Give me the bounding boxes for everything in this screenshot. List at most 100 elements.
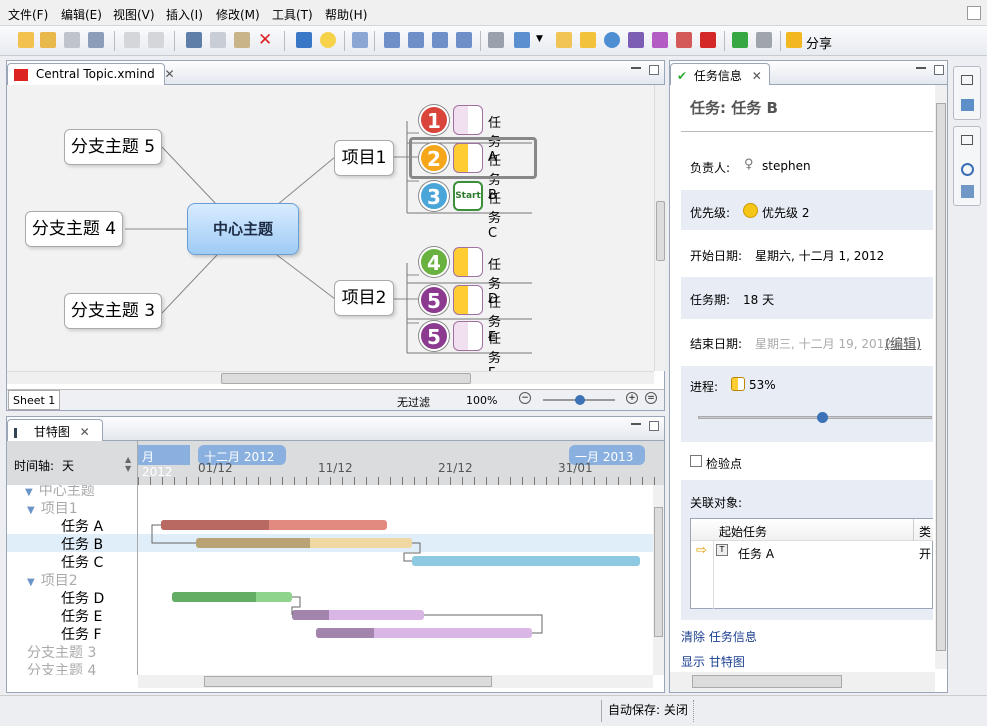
- minimize-icon[interactable]: [916, 67, 926, 69]
- boundary-icon[interactable]: [628, 32, 644, 48]
- header-start-task[interactable]: 起始任务: [719, 523, 767, 540]
- clear-task-info-link[interactable]: 清除 任务信息: [681, 628, 757, 645]
- topic-before-icon[interactable]: [384, 32, 400, 48]
- timeline-value[interactable]: 天: [62, 457, 74, 474]
- share-icon[interactable]: [786, 32, 802, 48]
- minimize-icon[interactable]: [631, 423, 641, 425]
- gantt-row[interactable]: 分支主题 3: [27, 642, 96, 661]
- maximize-icon[interactable]: [649, 421, 659, 431]
- horizontal-scrollbar[interactable]: [7, 371, 654, 384]
- scroll-thumb-h[interactable]: [221, 373, 471, 384]
- checkpoint-checkbox[interactable]: [690, 455, 702, 467]
- progress-slider[interactable]: [698, 416, 932, 419]
- show-gantt-link[interactable]: 显示 甘特图: [681, 653, 745, 670]
- branch-topic-5[interactable]: 分支主题 5: [64, 129, 162, 165]
- menu-tools[interactable]: 工具(T): [272, 6, 313, 23]
- chevron-down-icon[interactable]: ▼: [536, 34, 543, 44]
- sheet-tab[interactable]: Sheet 1: [8, 390, 61, 410]
- gantt-row[interactable]: 任务 B: [61, 534, 103, 553]
- gantt-row[interactable]: ▼ 项目1: [27, 498, 78, 517]
- gantt-row[interactable]: 任务 C: [61, 552, 103, 571]
- gantt-row[interactable]: 分支主题 4: [27, 660, 96, 675]
- spinner-icon[interactable]: ▲ ▼: [125, 455, 131, 473]
- save-icon[interactable]: [64, 32, 80, 48]
- maximize-icon[interactable]: [934, 65, 944, 75]
- gantt-row[interactable]: 任务 D: [61, 588, 104, 607]
- attachment-icon[interactable]: [488, 32, 504, 48]
- info-vertical-scrollbar[interactable]: [935, 85, 947, 669]
- minimize-icon[interactable]: [631, 67, 641, 69]
- item-2-topic[interactable]: 项目2: [334, 280, 394, 316]
- properties-icon[interactable]: [961, 185, 974, 198]
- outline-icon[interactable]: [961, 99, 974, 111]
- paste-icon[interactable]: [234, 32, 250, 48]
- gantt-row[interactable]: ▼ 项目2: [27, 570, 78, 589]
- gantt-row[interactable]: 任务 E: [61, 606, 102, 625]
- progress-slider-thumb[interactable]: [817, 412, 829, 423]
- close-icon[interactable]: ✕: [752, 69, 762, 83]
- image-icon[interactable]: [514, 32, 530, 48]
- expand-icon[interactable]: ▼: [27, 577, 35, 588]
- gantt-row[interactable]: 任务 A: [61, 516, 103, 535]
- lightbulb-icon[interactable]: [320, 32, 336, 48]
- scroll-thumb[interactable]: [656, 201, 665, 261]
- new-file-icon[interactable]: [18, 32, 34, 48]
- expand-icon[interactable]: ▼: [25, 487, 33, 498]
- menu-insert[interactable]: 插入(I): [166, 6, 203, 23]
- topic-after-icon[interactable]: [432, 32, 448, 48]
- close-icon[interactable]: ✕: [80, 425, 90, 439]
- canvas[interactable]: 分支主题 5 分支主题 4 分支主题 3 中心主题 项目1 项目2 1 任务 A2…: [7, 85, 654, 381]
- branch-topic-3[interactable]: 分支主题 3: [64, 293, 162, 329]
- tab-task-info[interactable]: ✔ 任务信息 ✕: [670, 63, 770, 85]
- close-icon[interactable]: ✕: [165, 67, 175, 81]
- vertical-scrollbar[interactable]: [654, 85, 665, 371]
- restore-icon[interactable]: [961, 135, 973, 145]
- duration-value[interactable]: 18 天: [743, 291, 774, 308]
- scroll-thumb[interactable]: [654, 507, 663, 637]
- download-arrow-icon[interactable]: [732, 32, 748, 48]
- undo-icon[interactable]: [124, 32, 140, 48]
- gantt-horizontal-scrollbar[interactable]: [138, 675, 653, 688]
- delete-icon[interactable]: ✕: [258, 30, 272, 50]
- restore-icon[interactable]: [967, 6, 981, 20]
- upload-arrow-icon[interactable]: [756, 32, 772, 48]
- tab-gantt[interactable]: 甘特图 ✕: [7, 419, 103, 441]
- zoom-in-icon[interactable]: +: [626, 392, 638, 404]
- gantt-row[interactable]: ▼ 中心主题: [25, 485, 95, 499]
- central-topic[interactable]: 中心主题: [187, 203, 299, 255]
- gantt-vertical-scrollbar[interactable]: [653, 485, 664, 675]
- cut-icon[interactable]: [186, 32, 202, 48]
- print-icon[interactable]: [88, 32, 104, 48]
- menu-view[interactable]: 视图(V): [113, 6, 155, 23]
- menu-modify[interactable]: 修改(M): [216, 6, 260, 23]
- share-button[interactable]: 分享: [806, 33, 832, 52]
- info-horizontal-scrollbar[interactable]: [670, 672, 935, 692]
- summary-icon[interactable]: [652, 32, 668, 48]
- copy-icon[interactable]: [210, 32, 226, 48]
- hyperlink-icon[interactable]: [604, 32, 620, 48]
- expand-icon[interactable]: ▼: [27, 505, 35, 516]
- present-icon[interactable]: [296, 32, 312, 48]
- search-icon[interactable]: [961, 163, 974, 176]
- restore-icon[interactable]: [961, 75, 973, 85]
- menu-edit[interactable]: 编辑(E): [61, 6, 102, 23]
- menu-file[interactable]: 文件(F): [8, 6, 48, 23]
- label-icon[interactable]: [556, 32, 572, 48]
- note-icon[interactable]: [580, 32, 596, 48]
- stop-icon[interactable]: [700, 32, 716, 48]
- relationship-icon[interactable]: [676, 32, 692, 48]
- redo-icon[interactable]: [148, 32, 164, 48]
- priority-value[interactable]: 优先级 2: [762, 204, 809, 221]
- maximize-icon[interactable]: [649, 65, 659, 75]
- open-folder-icon[interactable]: [40, 32, 56, 48]
- owner-value[interactable]: stephen: [762, 159, 811, 173]
- fit-icon[interactable]: =: [645, 392, 657, 404]
- scroll-thumb[interactable]: [936, 103, 946, 651]
- item-1-topic[interactable]: 项目1: [334, 140, 394, 176]
- scroll-thumb-h[interactable]: [204, 676, 492, 687]
- filter-label[interactable]: 无过滤: [397, 394, 430, 410]
- parent-topic-icon[interactable]: [456, 32, 472, 48]
- branch-topic-4[interactable]: 分支主题 4: [25, 211, 123, 247]
- scroll-thumb-h[interactable]: [692, 675, 842, 688]
- menu-help[interactable]: 帮助(H): [325, 6, 367, 23]
